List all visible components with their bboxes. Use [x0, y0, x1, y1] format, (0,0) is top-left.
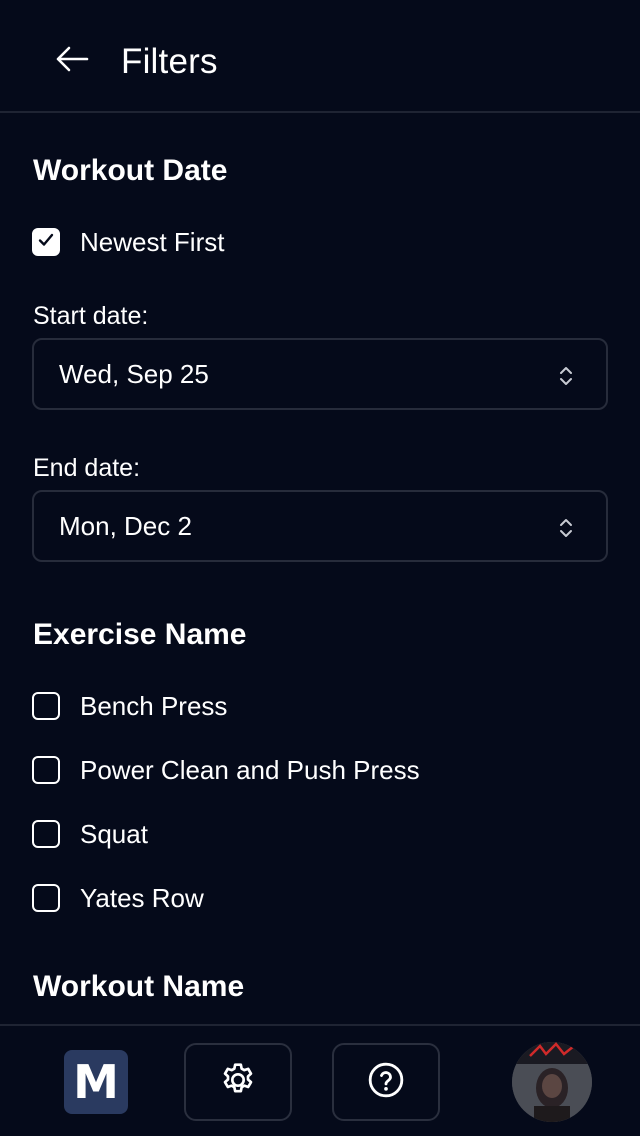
workout-name-heading: Workout Name — [33, 970, 245, 1003]
chevron-up-down-icon — [558, 516, 574, 540]
filters-screen: Filters Workout Date Newest First Start … — [0, 0, 640, 1136]
exercise-option-label: Yates Row — [80, 883, 204, 913]
exercise-option-row[interactable]: Yates Row — [32, 880, 204, 916]
end-date-value: Mon, Dec 2 — [59, 511, 192, 541]
end-date-label: End date: — [33, 454, 141, 482]
exercise-name-heading: Exercise Name — [33, 618, 247, 651]
exercise-option-row[interactable]: Squat — [32, 816, 148, 852]
question-circle-icon — [366, 1060, 406, 1105]
newest-first-checkbox-row[interactable]: Newest First — [32, 224, 224, 260]
help-button[interactable] — [332, 1043, 440, 1121]
start-date-value: Wed, Sep 25 — [59, 359, 209, 389]
user-avatar[interactable] — [512, 1042, 592, 1122]
exercise-option-label: Squat — [80, 819, 148, 849]
back-button[interactable] — [46, 38, 98, 84]
exercise-option-row[interactable]: Bench Press — [32, 688, 227, 724]
bottom-nav: M — [0, 1024, 640, 1136]
exercise-option-label: Bench Press — [80, 691, 228, 721]
gear-icon — [218, 1060, 258, 1105]
start-date-select[interactable]: Wed, Sep 25 — [32, 338, 608, 410]
settings-button[interactable] — [184, 1043, 292, 1121]
squat-checkbox[interactable] — [32, 820, 60, 848]
app-logo-letter: M — [73, 1055, 119, 1109]
start-date-label: Start date: — [33, 302, 149, 330]
yates-row-checkbox[interactable] — [32, 884, 60, 912]
bench-press-checkbox[interactable] — [32, 692, 60, 720]
workout-date-heading: Workout Date — [33, 154, 228, 187]
page-title: Filters — [121, 42, 218, 81]
arrow-left-icon — [55, 46, 89, 77]
power-clean-checkbox[interactable] — [32, 756, 60, 784]
header: Filters — [0, 0, 640, 113]
app-logo-button[interactable]: M — [64, 1050, 128, 1114]
avatar-image — [512, 1042, 592, 1122]
exercise-option-row[interactable]: Power Clean and Push Press — [32, 752, 420, 788]
chevron-up-down-icon — [558, 364, 574, 388]
checkmark-icon — [37, 232, 55, 253]
newest-first-checkbox[interactable] — [32, 228, 60, 256]
exercise-option-label: Power Clean and Push Press — [80, 755, 420, 785]
end-date-select[interactable]: Mon, Dec 2 — [32, 490, 608, 562]
newest-first-label: Newest First — [80, 227, 225, 257]
